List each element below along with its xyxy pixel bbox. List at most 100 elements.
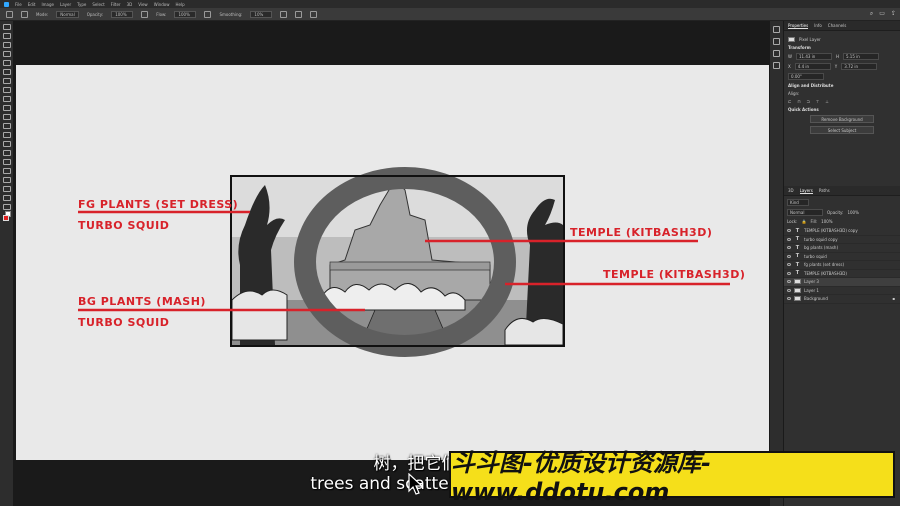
lock-icon[interactable]: 🔒 [801,219,806,224]
angle-input[interactable]: 0.00° [788,73,824,80]
brush-tool-icon[interactable] [3,96,11,102]
mode-select[interactable]: Normal [56,10,79,18]
menu-filter[interactable]: Filter [111,2,121,7]
layer-row[interactable]: Tfg plants (set dress) [784,261,900,270]
workspace-icon[interactable]: ▭ [879,10,885,18]
eraser-tool-icon[interactable] [3,123,11,129]
pen-tool-icon[interactable] [3,159,11,165]
healing-tool-icon[interactable] [3,87,11,93]
layer-row[interactable]: Tturbo squid [784,253,900,261]
gradient-tool-icon[interactable] [3,132,11,138]
lasso-tool-icon[interactable] [3,42,11,48]
brush-preset-icon[interactable] [21,10,28,18]
menu-type[interactable]: Type [77,2,86,7]
select-subject-button[interactable]: Select Subject [810,126,874,134]
menu-3d[interactable]: 3D [127,2,133,7]
path-select-tool-icon[interactable] [3,177,11,183]
visibility-eye-icon[interactable] [787,280,791,284]
temple-label-2: TEMPLE (KITBASH3D) [603,268,745,281]
mode-label: Mode: [36,11,49,17]
blend-mode-select[interactable]: Normal [787,209,823,216]
align-top-icon[interactable]: ⊤ [816,99,819,104]
align-middle-icon[interactable]: ⊥ [825,99,828,104]
adjust-icon[interactable] [773,26,780,33]
layer-row-selected[interactable]: Layer 3 [784,278,900,287]
paragraph-icon[interactable] [773,62,780,69]
home-icon[interactable] [6,10,13,18]
menu-window[interactable]: Window [154,2,170,7]
move-tool-icon[interactable] [3,24,11,30]
align-right-icon[interactable]: ⊐ [806,99,809,104]
blur-tool-icon[interactable] [3,141,11,147]
symmetry-icon[interactable] [310,10,318,18]
crop-tool-icon[interactable] [3,60,11,66]
brush-settings-icon[interactable] [773,38,780,45]
tab-3d[interactable]: 3D [788,188,794,193]
quick-select-tool-icon[interactable] [3,51,11,57]
tab-paths[interactable]: Paths [819,188,830,193]
tab-properties[interactable]: Properties [788,23,809,29]
layer-row[interactable]: T TEMPLE (KITBASH3D) copy [784,227,900,236]
shape-tool-icon[interactable] [3,186,11,192]
menu-select[interactable]: Select [92,2,104,7]
share-icon[interactable]: ⇪ [891,10,896,18]
menu-layer[interactable]: Layer [60,2,71,7]
opacity-field[interactable]: 100% [111,10,134,18]
smoothing-settings-icon[interactable] [280,10,288,18]
dodge-tool-icon[interactable] [3,150,11,156]
visibility-eye-icon[interactable] [787,288,791,292]
menu-help[interactable]: Help [175,2,184,7]
frame-tool-icon[interactable] [3,69,11,75]
menu-view[interactable]: View [138,2,148,7]
height-input[interactable]: 5.15 in [842,53,879,60]
panel-icon-strip [769,21,783,506]
layer-row[interactable]: Tbg plants (mash) [784,244,900,253]
type-tool-icon[interactable] [3,168,11,174]
y-input[interactable]: 3.72 in [841,63,878,70]
marquee-tool-icon[interactable] [3,33,11,39]
align-center-icon[interactable]: ⊓ [797,99,800,104]
character-icon[interactable] [773,50,780,57]
airbrush-icon[interactable] [204,10,212,18]
visibility-eye-icon[interactable] [787,246,791,250]
align-left-icon[interactable]: ⊏ [788,99,791,104]
width-input[interactable]: 11.43 in [795,53,832,60]
app-logo-icon[interactable] [4,1,9,7]
visibility-eye-icon[interactable] [787,297,791,301]
pressure-opacity-icon[interactable] [141,10,149,18]
tab-info[interactable]: Info [814,23,822,28]
layer-lock-icon[interactable]: ▪ [892,296,895,301]
remove-background-button[interactable]: Remove Background [810,115,874,123]
zoom-tool-icon[interactable] [3,204,11,210]
layer-row[interactable]: T TEMPLE (KITBASH3D) [784,270,900,278]
hand-tool-icon[interactable] [3,195,11,201]
foreground-color-swatch[interactable] [3,215,9,221]
layer-opacity-value[interactable]: 100% [847,210,858,215]
visibility-eye-icon[interactable] [787,263,791,267]
watermark-banner: 斗斗图-优质设计资源库-www.ddotu.com [449,449,895,506]
x-input[interactable]: 4.4 in [794,63,831,70]
layer-row[interactable]: Tturbo squid copy [784,236,900,244]
tab-layers[interactable]: Layers [799,188,813,194]
layer-row[interactable]: Layer 1 [784,287,900,295]
menu-edit[interactable]: Edit [28,2,36,7]
eyedropper-tool-icon[interactable] [3,78,11,84]
layer-row[interactable]: Background ▪ [784,295,900,304]
visibility-eye-icon[interactable] [787,254,791,258]
search-icon[interactable]: ⌕ [870,10,873,18]
visibility-eye-icon[interactable] [787,271,791,275]
menu-image[interactable]: Image [41,2,54,7]
visibility-eye-icon[interactable] [787,229,791,233]
layer-kind-filter[interactable]: Kind [787,199,809,206]
visibility-eye-icon[interactable] [787,237,791,241]
fill-value[interactable]: 100% [821,219,832,224]
menu-file[interactable]: File [15,2,22,7]
angle-icon[interactable] [295,10,303,18]
document-canvas[interactable]: FG PLANTS (SET DRESS) TURBO SQUID BG PLA… [16,65,783,460]
history-brush-tool-icon[interactable] [3,114,11,120]
smoothing-field[interactable]: 10% [250,10,273,18]
flow-field[interactable]: 100% [174,10,197,18]
stamp-tool-icon[interactable] [3,105,11,111]
tab-channels[interactable]: Channels [828,23,847,28]
fg-plants-label: FG PLANTS (SET DRESS) [78,198,238,211]
